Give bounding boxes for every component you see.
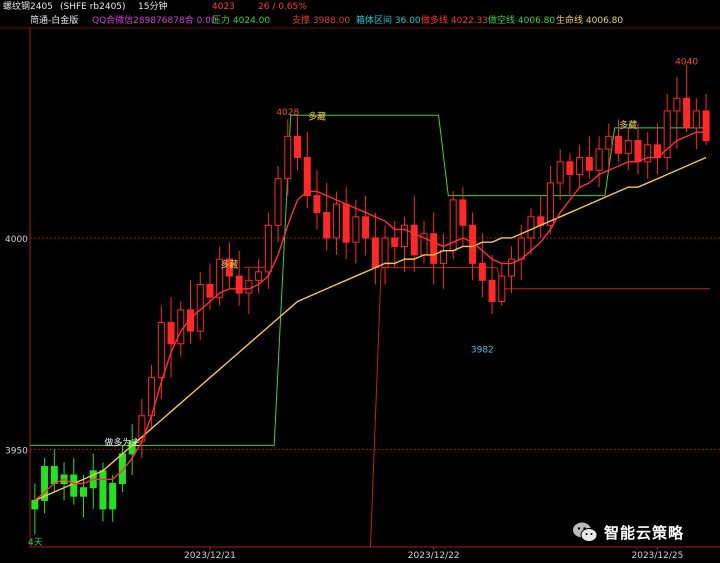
wechat-icon <box>573 522 598 542</box>
candle-body[interactable] <box>673 97 681 112</box>
candle-body[interactable] <box>615 135 623 154</box>
indicator-item-long-line: 做多线 4022.33 <box>421 14 488 28</box>
x-tick-label: 2023/12/22 <box>408 551 460 561</box>
chart-annotation: 多藏 <box>619 119 637 131</box>
candle-body[interactable] <box>644 144 652 163</box>
chart-annotation: 4040 <box>675 57 698 67</box>
indicator-bar: 简通-白金版 QQ合微信289876878合 0.00 压力 4024.00 支… <box>0 14 720 28</box>
candle-body[interactable] <box>31 499 39 510</box>
candle-body[interactable] <box>371 237 379 269</box>
candle-body[interactable] <box>293 135 302 159</box>
indicator-qq: QQ合微信289876878合 0.00 <box>92 16 217 26</box>
symbol-code: (SHFE rb2405) <box>60 2 126 12</box>
candle-body[interactable] <box>683 97 691 129</box>
symbol-name[interactable]: 螺纹钢2405 <box>3 0 53 14</box>
indicator-value: 4022.33 <box>450 16 489 26</box>
candle-body[interactable] <box>527 216 535 239</box>
candle-body[interactable] <box>235 275 243 294</box>
candle-body[interactable] <box>352 216 360 243</box>
candle-body[interactable] <box>109 483 117 510</box>
period-label[interactable]: 15分钟 <box>138 0 167 14</box>
indicator-label: 做空线 <box>488 16 516 26</box>
candlestick-chart[interactable]: 3950 4000 2023/12/21 2023/12/22 2023/12/25 4天… <box>0 0 720 563</box>
indicator-item-pressure: 压力 4024.00 <box>212 14 270 28</box>
candle-body[interactable] <box>401 224 409 247</box>
last-price: 4023 <box>212 2 235 12</box>
y-tick-label: 4000 <box>5 235 28 245</box>
candle-body[interactable] <box>303 157 311 197</box>
indicator-label: 生命线 <box>556 16 584 26</box>
x-tick-label: 2023/12/25 <box>632 551 684 561</box>
candle-body[interactable] <box>332 203 340 239</box>
box-pressure-line <box>30 114 709 446</box>
chart-annotation: 多藏 <box>308 110 326 122</box>
x-tick-label: 2023/12/21 <box>184 551 236 561</box>
candle-body[interactable] <box>517 237 525 260</box>
indicator-label: 做多线 <box>421 16 449 26</box>
candle-body[interactable] <box>702 110 710 142</box>
candle-body[interactable] <box>566 161 574 175</box>
chart-annotation: 做多为主 <box>104 436 140 448</box>
y-tick-label: 3950 <box>5 447 28 457</box>
candle-body[interactable] <box>79 487 88 497</box>
candle-body[interactable] <box>342 203 350 243</box>
candle-body[interactable] <box>410 224 418 256</box>
candle-body[interactable] <box>284 135 292 180</box>
candle-body[interactable] <box>362 216 370 239</box>
indicator-item-life-line: 生命线 4006.80 <box>556 14 623 28</box>
candle-body[interactable] <box>274 178 282 226</box>
indicator-value: 4006.80 <box>585 16 624 26</box>
indicator-label: 压力 <box>212 16 231 26</box>
candle-body[interactable] <box>323 212 331 239</box>
candle-body[interactable] <box>391 237 399 247</box>
candle-body[interactable] <box>624 140 632 154</box>
candle-body[interactable] <box>488 279 496 302</box>
title-bar: 螺纹钢2405 (SHFE rb2405) 15分钟 4023 26 / 0.6… <box>0 0 720 14</box>
candle-body[interactable] <box>605 135 613 150</box>
candle-body[interactable] <box>157 322 165 379</box>
candle-body[interactable] <box>556 161 564 184</box>
candle-body[interactable] <box>167 322 175 345</box>
indicator-value: 4024.00 <box>232 16 271 26</box>
candle-body[interactable] <box>50 466 58 485</box>
watermark-text: 智能云策略 <box>604 523 685 542</box>
candle-body[interactable] <box>99 470 107 510</box>
indicator-value: 36.00 <box>394 16 421 26</box>
bar-annotation-left: 4天 <box>28 538 43 548</box>
indicator-label: 箱体区间 <box>356 16 393 26</box>
candle-body[interactable] <box>177 309 185 345</box>
candle-body[interactable] <box>264 224 272 273</box>
chart-annotation: 多藏 <box>220 259 238 271</box>
indicator-item-box-range: 箱体区间 36.00 <box>356 14 421 28</box>
candle-body[interactable] <box>634 140 642 163</box>
indicator-item-support: 支撑 3988.00 <box>292 14 350 28</box>
indicator-template[interactable]: 简通-白金版 <box>30 14 78 28</box>
wechat-watermark: 智能云策略 <box>572 520 684 544</box>
box-support-line <box>369 267 710 548</box>
candle-body[interactable] <box>478 262 486 281</box>
candle-body[interactable] <box>430 233 438 264</box>
candle-body[interactable] <box>439 250 447 264</box>
candle-body[interactable] <box>206 284 214 298</box>
indicator-value: 3988.00 <box>312 16 351 26</box>
chart-window: 3950 4000 2023/12/21 2023/12/22 2023/12/25 4天… <box>0 0 720 563</box>
candle-body[interactable] <box>459 199 467 226</box>
candle-body[interactable] <box>546 182 554 226</box>
candle-body[interactable] <box>255 271 263 281</box>
price-change: 26 / 0.65% <box>258 2 307 12</box>
candle-body[interactable] <box>313 195 321 214</box>
chart-annotation: 4028 <box>276 108 299 118</box>
candle-body[interactable] <box>576 157 584 175</box>
candle-body[interactable] <box>692 110 700 129</box>
candle-body[interactable] <box>245 279 253 294</box>
candle-body[interactable] <box>498 275 506 302</box>
candle-body[interactable] <box>595 148 603 171</box>
indicator-value: 4006.80 <box>517 16 556 26</box>
indicator-label: 支撑 <box>292 16 311 26</box>
candle-body[interactable] <box>508 258 516 277</box>
candle-body[interactable] <box>585 157 593 171</box>
chart-annotation: 3982 <box>471 345 494 355</box>
indicator-item-short-line: 做空线 4006.80 <box>488 14 555 28</box>
candle-body[interactable] <box>70 474 78 497</box>
